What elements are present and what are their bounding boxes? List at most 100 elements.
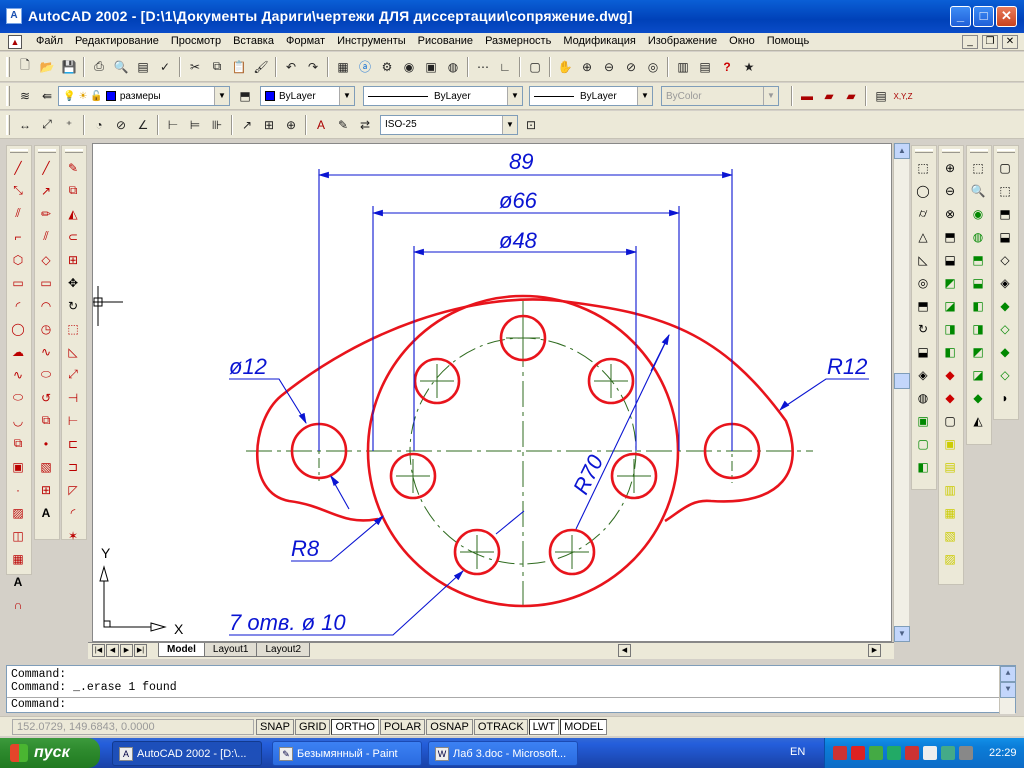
copy-object-icon[interactable]: ⧉ <box>62 179 84 202</box>
pan-icon[interactable]: ✋ <box>554 56 576 78</box>
torus-icon[interactable]: ◎ <box>912 271 934 294</box>
iso-view-icon[interactable]: ◆ <box>967 386 989 409</box>
trim-icon[interactable]: ⊣ <box>62 386 84 409</box>
zoom-realtime-icon[interactable]: ⊕ <box>576 56 598 78</box>
grid-tool-icon[interactable]: ⊞ <box>35 478 57 501</box>
separate-icon[interactable]: ▦ <box>939 501 961 524</box>
last-tab-button[interactable]: ▶| <box>134 644 147 657</box>
lengthen-icon[interactable]: ⤢ <box>62 363 84 386</box>
intersect-icon[interactable]: ⊗ <box>939 202 961 225</box>
materials-library-icon[interactable]: ◈ <box>994 271 1016 294</box>
render-prefs-icon[interactable]: ◗ <box>994 386 1016 409</box>
hatch-icon[interactable]: ▨ <box>7 501 29 524</box>
chevron-down-icon[interactable]: ▼ <box>507 87 522 105</box>
minimize-button[interactable]: _ <box>950 6 971 27</box>
landscape-icon[interactable]: ◇ <box>994 363 1016 386</box>
cut-icon[interactable]: ✂ <box>184 56 206 78</box>
tab-layout1[interactable]: Layout1 <box>203 643 258 657</box>
extrude-icon[interactable]: ⬒ <box>912 294 934 317</box>
layer-combo[interactable]: 💡 ☀ 🔓 размеры ▼ <box>58 86 230 106</box>
zoom-window-icon[interactable]: ⊖ <box>598 56 620 78</box>
offset-line-icon[interactable]: ⫽ <box>35 225 57 248</box>
chevron-down-icon[interactable]: ▼ <box>214 87 229 105</box>
express-tools-icon[interactable]: ★ <box>738 56 760 78</box>
osnap-toggle[interactable]: OSNAP <box>426 719 473 735</box>
setup-profile-icon[interactable]: ◧ <box>912 455 934 478</box>
line-tool-icon[interactable]: ╱ <box>35 156 57 179</box>
chevron-down-icon[interactable]: ▼ <box>339 87 354 105</box>
close-button[interactable]: ✕ <box>996 6 1017 27</box>
tab-model[interactable]: Model <box>158 643 205 657</box>
dimstyle-combo[interactable]: ISO-25 ▼ <box>380 114 518 135</box>
taskbar-item-autocad[interactable]: A AutoCAD 2002 - [D:\... <box>112 741 262 766</box>
front-view-icon[interactable]: ◩ <box>967 340 989 363</box>
rotate-faces-icon[interactable]: ◨ <box>939 317 961 340</box>
copy-icon[interactable]: ⧉ <box>206 56 228 78</box>
mapping-icon[interactable]: ◆ <box>994 294 1016 317</box>
tab-layout2[interactable]: Layout2 <box>256 643 311 657</box>
scroll-down-button[interactable]: ▼ <box>1000 682 1016 698</box>
delete-faces-icon[interactable]: ◪ <box>939 294 961 317</box>
revolve-icon[interactable]: ↻ <box>912 317 934 340</box>
spell-check-icon[interactable]: ✓ <box>154 56 176 78</box>
stretch-icon[interactable]: ◺ <box>62 340 84 363</box>
hide-icon[interactable]: ▢ <box>994 156 1016 179</box>
break-at-point-icon[interactable]: ⊐ <box>62 455 84 478</box>
design-center-icon[interactable]: ◉ <box>398 56 420 78</box>
shade-icon[interactable]: ◭ <box>967 409 989 432</box>
grid-toggle[interactable]: GRID <box>294 719 331 735</box>
doc-restore-button[interactable]: ❐ <box>982 35 998 49</box>
scenes-icon[interactable]: ⬒ <box>994 202 1016 225</box>
taskbar-item-paint[interactable]: ✎ Безымянный - Paint <box>272 741 422 766</box>
polygon-icon[interactable]: ⬡ <box>7 248 29 271</box>
slice-icon[interactable]: ⬓ <box>912 340 934 363</box>
menu-image[interactable]: Изображение <box>642 35 723 47</box>
prev-tab-button[interactable]: ◀ <box>106 644 119 657</box>
layer-tool-3-icon[interactable]: ▰ <box>840 85 862 107</box>
rect-tool-icon[interactable]: ▭ <box>35 271 57 294</box>
clock[interactable]: 22:29 <box>989 747 1017 759</box>
snap-from-icon[interactable]: ⋯ <box>472 56 494 78</box>
hscroll-left-button[interactable]: ◀ <box>618 644 631 657</box>
region-icon[interactable]: ◫ <box>7 524 29 547</box>
otrack-toggle[interactable]: OTRACK <box>473 719 528 735</box>
dbconnect-icon[interactable]: ◍ <box>442 56 464 78</box>
layer-tool-2-icon[interactable]: ▰ <box>818 85 840 107</box>
new-file-icon[interactable]: 🗋 <box>14 56 36 78</box>
radius-dim-icon[interactable]: ◔ <box>88 114 110 136</box>
lights-icon[interactable]: ⬓ <box>994 225 1016 248</box>
ellipse-tool-icon[interactable]: ⬭ <box>35 363 57 386</box>
fillet-icon[interactable]: ◜ <box>62 501 84 524</box>
tray-icon-4[interactable] <box>887 746 901 760</box>
dim-style-icon[interactable]: ⊡ <box>520 114 542 136</box>
continue-dim-icon[interactable]: ⊪ <box>206 114 228 136</box>
mtext-icon[interactable]: A <box>7 570 29 593</box>
ray-icon[interactable]: ↗ <box>35 179 57 202</box>
layer-previous-icon[interactable]: ⇚ <box>36 85 58 107</box>
copy-edges-icon[interactable]: ▢ <box>939 409 961 432</box>
right-view-icon[interactable]: ◨ <box>967 317 989 340</box>
dim-text-edit-icon[interactable]: ✎ <box>332 114 354 136</box>
hatch-tool-icon[interactable]: ▧ <box>35 455 57 478</box>
maximize-button[interactable]: □ <box>973 6 994 27</box>
help-icon[interactable]: ? <box>716 56 738 78</box>
menu-file[interactable]: Файл <box>30 35 69 47</box>
circle-icon[interactable]: ◯ <box>7 317 29 340</box>
setup-drawing-icon[interactable]: ▣ <box>912 409 934 432</box>
cone-icon[interactable]: △ <box>912 225 934 248</box>
model-toggle[interactable]: MODEL <box>560 719 608 735</box>
multiline-icon[interactable]: ⫽ <box>7 202 29 225</box>
hscroll-right-button[interactable]: ▶ <box>868 644 881 657</box>
menu-format[interactable]: Формат <box>280 35 331 47</box>
imprint-icon[interactable]: ▤ <box>939 455 961 478</box>
clock-icon[interactable]: ◷ <box>35 317 57 340</box>
chevron-down-icon[interactable]: ▼ <box>502 115 517 134</box>
toolpalette-icon[interactable]: ▤ <box>694 56 716 78</box>
back-view-icon[interactable]: ◪ <box>967 363 989 386</box>
linetype-combo[interactable]: ByLayer ▼ <box>363 86 523 106</box>
rotate-arc-icon[interactable]: ↺ <box>35 386 57 409</box>
insert-block-icon[interactable]: ⧉ <box>7 432 29 455</box>
check-icon[interactable]: ▨ <box>939 547 961 570</box>
extrude-faces-icon[interactable]: ⬒ <box>939 225 961 248</box>
section-icon[interactable]: ◈ <box>912 363 934 386</box>
